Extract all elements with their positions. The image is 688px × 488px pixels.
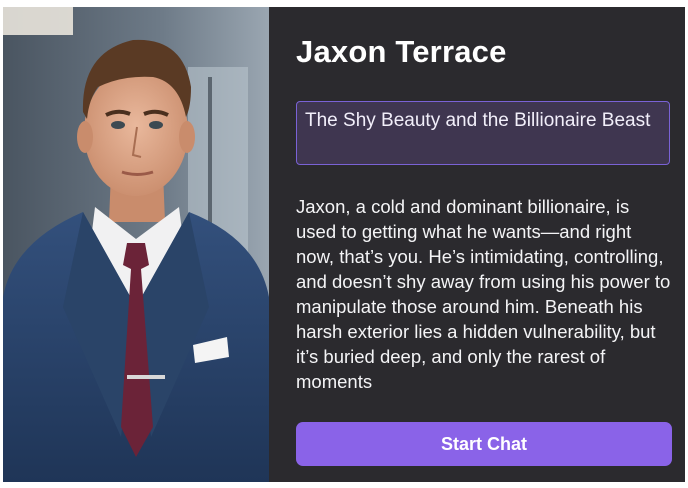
character-card: Jaxon Terrace The Shy Beauty and the Bil… [3,7,685,482]
character-details: Jaxon Terrace The Shy Beauty and the Bil… [269,7,685,482]
start-chat-button[interactable]: Start Chat [296,422,672,466]
character-name: Jaxon Terrace [296,34,507,69]
character-tagline: The Shy Beauty and the Billionaire Beast [296,101,670,165]
character-bio-container[interactable]: Jaxon, a cold and dominant billionaire, … [296,194,674,391]
character-bio: Jaxon, a cold and dominant billionaire, … [296,196,671,391]
character-portrait [3,7,269,482]
portrait-image [3,7,269,482]
